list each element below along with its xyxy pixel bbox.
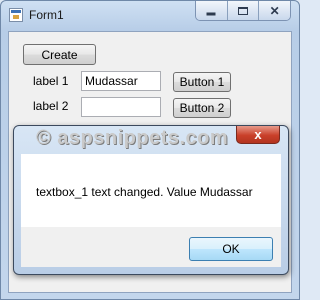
close-icon: ✕ <box>269 3 280 18</box>
message-text: textbox_1 text changed. Value Mudassar <box>36 185 253 199</box>
message-box-close-button[interactable]: x <box>236 126 280 144</box>
maximize-icon <box>238 6 248 15</box>
message-footer: OK <box>21 227 281 267</box>
caption-buttons: ✕ <box>195 1 291 21</box>
minimize-button[interactable] <box>196 1 228 20</box>
close-button[interactable]: ✕ <box>259 1 290 20</box>
message-box-dialog: © aspsnippets.com x textbox_1 text chang… <box>13 125 289 275</box>
textbox-2[interactable] <box>81 97 161 117</box>
label-1: label 1 <box>33 74 69 88</box>
form-app-icon <box>9 8 23 22</box>
ok-button[interactable]: OK <box>189 237 273 261</box>
textbox-1[interactable]: Mudassar <box>81 71 161 91</box>
watermark-text: © aspsnippets.com <box>36 127 229 149</box>
create-button[interactable]: Create <box>23 44 96 65</box>
title-bar[interactable]: Form1 ✕ <box>1 1 299 29</box>
button-1[interactable]: Button 1 <box>173 72 231 92</box>
minimize-icon <box>206 12 216 15</box>
message-body: textbox_1 text changed. Value Mudassar <box>21 154 281 227</box>
button-2[interactable]: Button 2 <box>173 98 231 118</box>
window-title: Form1 <box>29 8 64 22</box>
maximize-button[interactable] <box>227 1 260 20</box>
label-2: label 2 <box>33 99 69 113</box>
close-icon: x <box>254 127 262 142</box>
